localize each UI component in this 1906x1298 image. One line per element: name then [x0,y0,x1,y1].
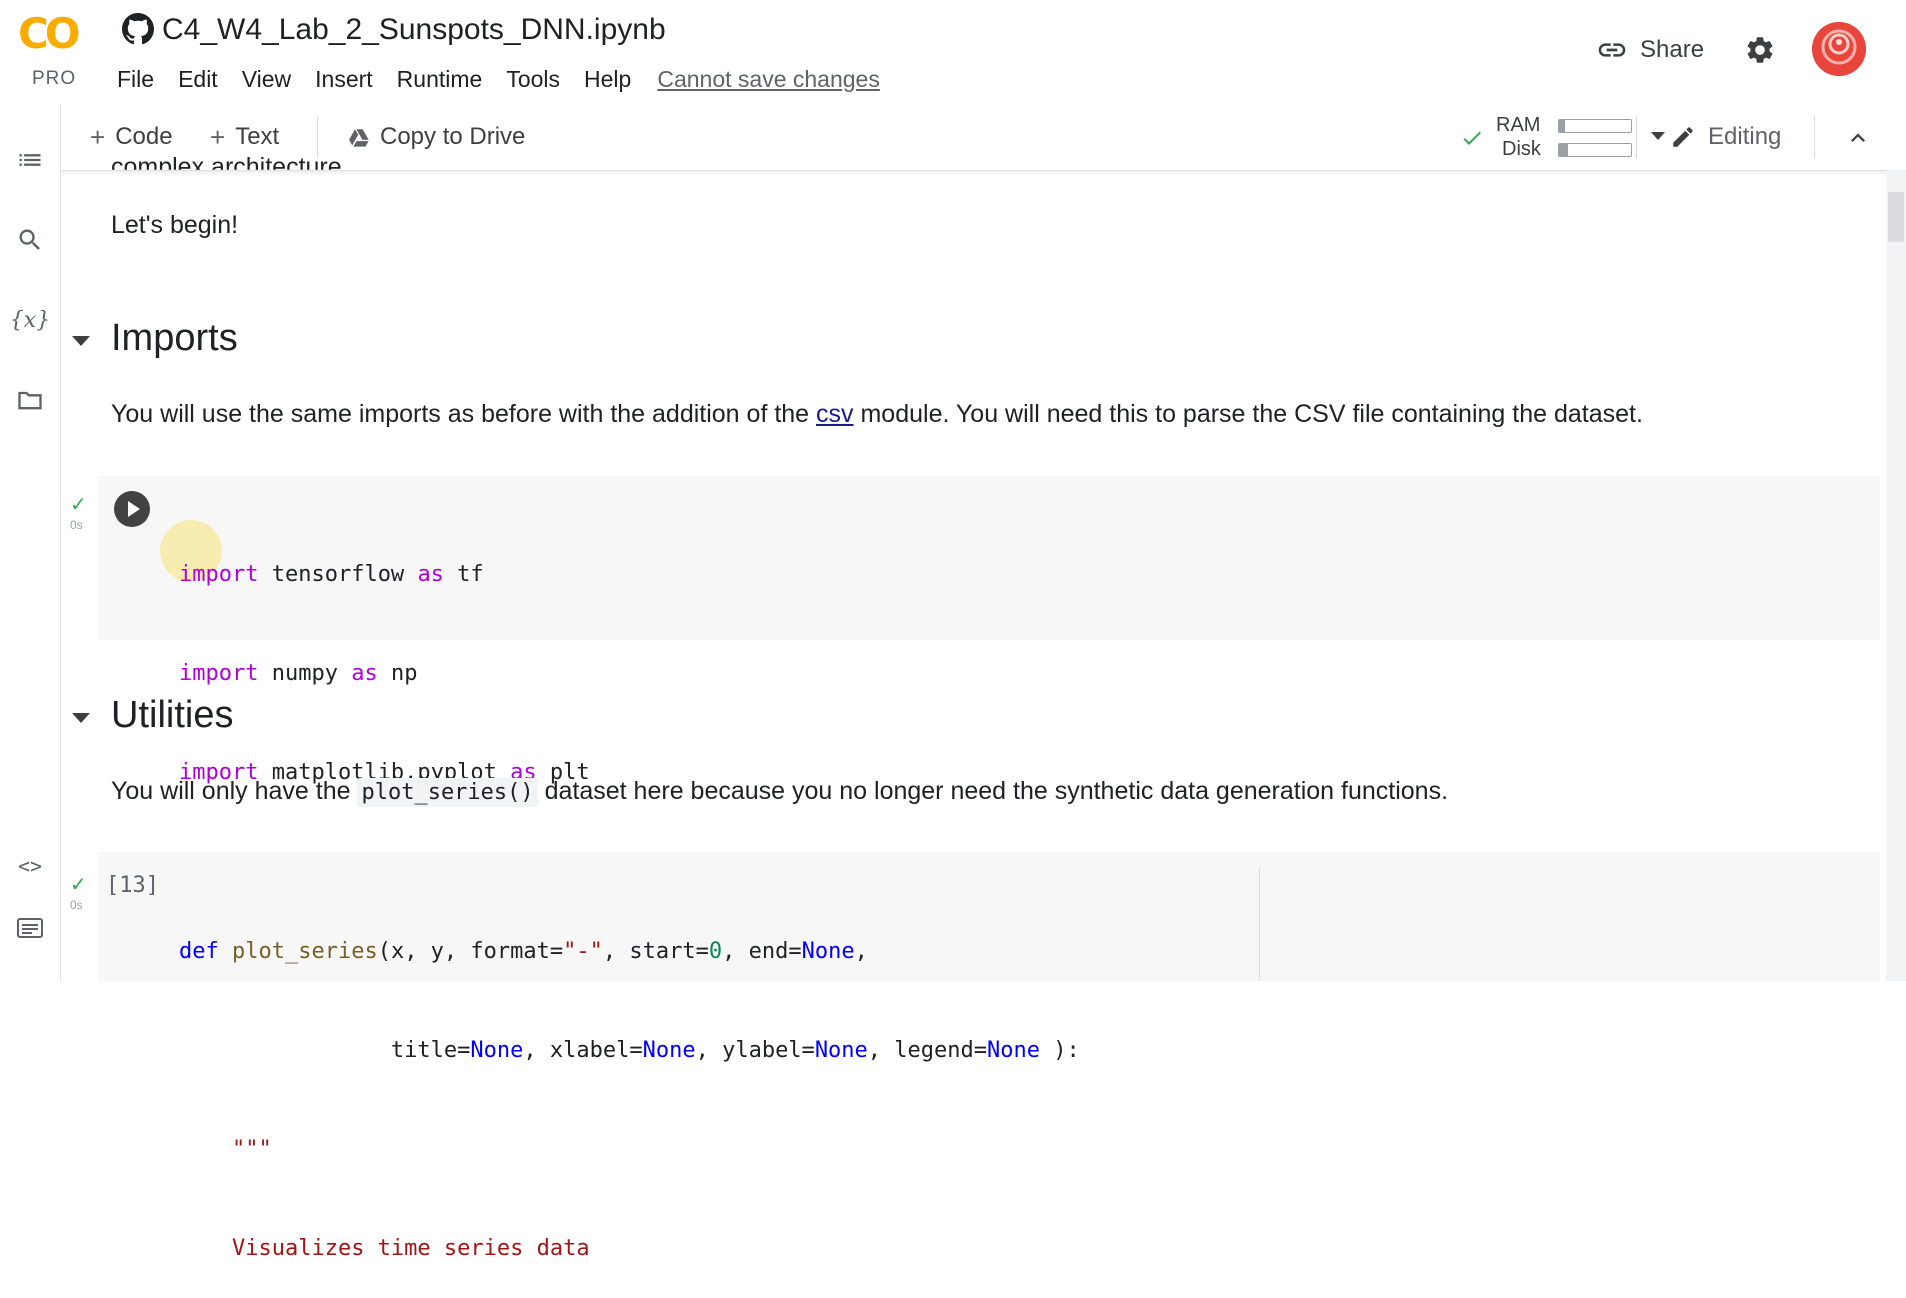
variables-icon[interactable]: {x} [10,304,50,336]
disk-usage-bar [1558,143,1632,157]
code-snippets-icon[interactable]: <> [14,850,46,882]
disk-label: Disk [1502,138,1541,160]
share-button[interactable]: Share [1596,32,1704,68]
editing-mode-button[interactable]: Editing [1670,122,1781,152]
menu-edit[interactable]: Edit [178,63,218,95]
resource-dropdown-icon[interactable] [1651,132,1665,140]
save-status-link[interactable]: Cannot save changes [657,66,880,93]
ram-usage-fill [1559,120,1565,132]
resource-monitor[interactable]: RAM Disk [1458,112,1688,164]
cell-divider [1259,868,1260,981]
add-text-button[interactable]: + Text [210,122,279,152]
header-bar: CO PRO C4_W4_Lab_2_Sunspots_DNN.ipynb Fi… [0,0,1906,105]
partial-text-cell: complex architecture. [111,153,349,181]
check-icon [1463,131,1481,145]
exec-count: [13] [106,873,159,898]
github-icon [122,13,154,45]
add-text-label: Text [235,123,280,150]
scrollbar-track[interactable] [1886,170,1906,981]
collapse-utilities-icon[interactable] [72,713,90,723]
utilities-description-text-2: dataset here because you no longer need … [537,777,1449,805]
editing-label: Editing [1708,123,1782,150]
utilities-description-text: You will only have the [111,777,358,805]
menu-file[interactable]: File [117,63,154,95]
code-line: """ [231,1137,272,1162]
share-label: Share [1640,36,1705,63]
ram-label: RAM [1496,114,1541,136]
code-line: Visualizes time series data [231,1236,590,1261]
notebook-title[interactable]: C4_W4_Lab_2_Sunspots_DNN.ipynb [162,10,666,50]
csv-module-link[interactable]: csv [816,400,854,428]
add-code-button[interactable]: + Code [90,122,173,152]
copy-to-drive-button[interactable]: Copy to Drive [348,122,525,152]
menu-view[interactable]: View [242,63,291,95]
imports-description-text-2: module. You will need this to parse the … [853,400,1643,428]
utilities-description: You will only have the plot_series() dat… [111,774,1448,810]
menu-tools[interactable]: Tools [506,63,560,95]
search-icon[interactable] [14,224,46,256]
toolbar-divider [1636,116,1637,158]
copy-to-drive-label: Copy to Drive [380,123,526,150]
begin-text: Let's begin! [111,211,239,239]
folder-icon[interactable] [14,384,46,416]
toc-icon[interactable] [14,144,46,176]
cell-exec-time: 0s [70,898,83,912]
utilities-heading: Utilities [111,694,234,736]
left-sidebar: {x} <> [0,104,61,981]
code-line: def plot_series(x, y, format="-", start=… [179,939,868,964]
scrollbar-thumb[interactable] [1888,192,1904,242]
imports-description-text: You will use the same imports as before … [111,400,817,428]
inline-code: plot_series() [357,778,538,807]
def-code-editor[interactable]: def plot_series(x, y, format="-", start=… [179,869,1080,1298]
cell-exec-time: 0s [70,518,83,532]
link-icon [1598,43,1626,57]
code-line: title=None, xlabel=None, ylabel=None, le… [390,1038,1080,1063]
imports-description: You will use the same imports as before … [111,397,1643,431]
ram-usage-bar [1558,119,1632,133]
menu-runtime[interactable]: Runtime [397,63,483,95]
terminal-icon[interactable] [14,912,46,944]
menu-bar: File Edit View Insert Runtime Tools Help… [117,62,880,96]
menu-insert[interactable]: Insert [315,63,373,95]
plan-label: PRO [32,68,77,89]
logo-text: CO [18,9,80,58]
run-cell-button[interactable] [114,491,150,527]
drive-icon [349,129,369,147]
disk-usage-fill [1559,144,1568,156]
cell-executed-check-icon: ✓ [70,874,87,896]
add-code-label: Code [115,123,173,150]
imports-heading: Imports [111,317,238,359]
colab-logo[interactable]: CO PRO [18,9,90,90]
gear-icon[interactable] [1744,34,1776,66]
collapse-imports-icon[interactable] [72,336,90,346]
code-line: import numpy as np [179,661,418,686]
avatar[interactable] [1812,22,1866,76]
toolbar-divider [1814,116,1815,158]
cell-executed-check-icon: ✓ [70,494,87,516]
pencil-icon [1673,127,1693,147]
menu-help[interactable]: Help [584,63,631,95]
chevron-up-icon[interactable] [1844,124,1872,152]
code-line: import tensorflow as tf [179,562,484,587]
